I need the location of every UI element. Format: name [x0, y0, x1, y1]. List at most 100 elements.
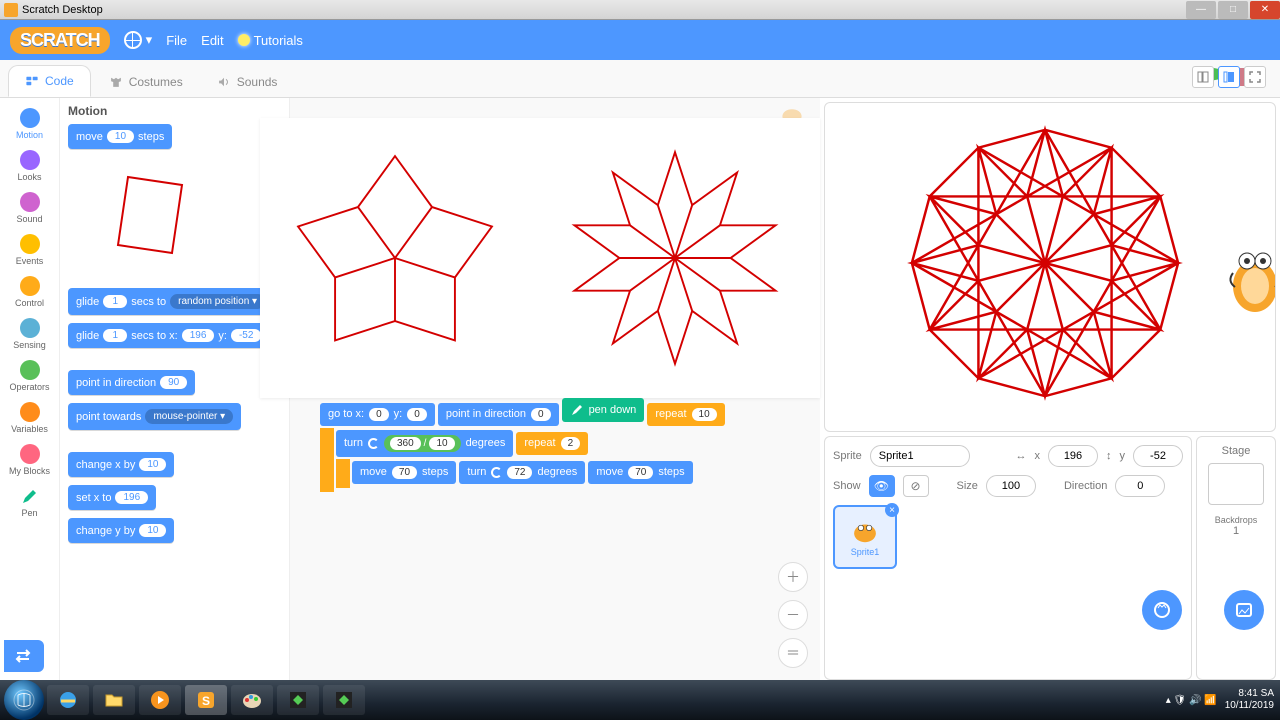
hide-button[interactable]: ⊘ — [903, 475, 929, 497]
taskbar-scratch[interactable]: S — [185, 685, 227, 715]
workspace[interactable]: go to x:0y:0 point in direction0 pen dow… — [290, 98, 820, 680]
show-button[interactable]: 👁 — [869, 475, 895, 497]
windows-titlebar: Scratch Desktop — □ ✕ — [0, 0, 1280, 20]
large-stage-button[interactable] — [1218, 66, 1240, 88]
small-stage-button[interactable] — [1192, 66, 1214, 88]
motion-dot-icon — [20, 108, 40, 128]
taskbar-app2[interactable] — [323, 685, 365, 715]
point-direction-block[interactable]: point in direction90 — [68, 370, 195, 395]
stage[interactable] — [824, 102, 1276, 432]
svg-text:S: S — [202, 694, 210, 708]
category-label: Sensing — [13, 340, 46, 350]
move-block-2[interactable]: move70steps — [588, 461, 692, 484]
sprite-thumbnail[interactable]: Sprite1 × — [833, 505, 897, 569]
file-menu[interactable]: File — [166, 33, 187, 48]
taskbar-explorer[interactable] — [93, 685, 135, 715]
category-sensing[interactable]: Sensing — [0, 314, 59, 354]
backdrops-label: Backdrops — [1215, 515, 1258, 525]
category-myblocks[interactable]: My Blocks — [0, 440, 59, 480]
point-towards-block[interactable]: point towardsmouse-pointer ▾ — [68, 403, 241, 430]
sound-dot-icon — [20, 192, 40, 212]
close-button[interactable]: ✕ — [1250, 1, 1280, 19]
taskbar-app1[interactable] — [277, 685, 319, 715]
backpack-toggle[interactable] — [4, 640, 44, 672]
taskbar-media[interactable] — [139, 685, 181, 715]
script-stack[interactable]: go to x:0y:0 point in direction0 pen dow… — [320, 398, 725, 494]
category-events[interactable]: Events — [0, 230, 59, 270]
sprite-y-input[interactable] — [1133, 445, 1183, 467]
tray-icons[interactable]: ▴ 🛡 🔊 📶 — [1166, 695, 1217, 706]
category-label: Sound — [16, 214, 42, 224]
stage-column: Sprite ↔x ↕y Show 👁 ⊘ Size Direction — [820, 98, 1280, 680]
zoom-reset-button[interactable]: ＝ — [778, 638, 808, 668]
zoom-out-button[interactable]: － — [778, 600, 808, 630]
stage-thumbnail[interactable] — [1208, 463, 1264, 505]
pendown-block[interactable]: pen down — [562, 398, 645, 422]
turn-block-1[interactable]: turn360/10degrees — [336, 430, 513, 457]
pen-icon — [570, 403, 584, 417]
category-control[interactable]: Control — [0, 272, 59, 312]
tab-code-label: Code — [45, 74, 74, 88]
add-backdrop-button[interactable] — [1224, 590, 1264, 630]
start-button[interactable] — [4, 680, 44, 720]
palette-header: Motion — [68, 104, 281, 118]
set-x-block[interactable]: set x to196 — [68, 485, 156, 510]
goto-block[interactable]: go to x:0y:0 — [320, 403, 435, 426]
tab-sounds[interactable]: Sounds — [201, 67, 294, 97]
variables-dot-icon — [20, 402, 40, 422]
category-variables[interactable]: Variables — [0, 398, 59, 438]
turn-ccw-icon — [491, 467, 502, 478]
minimize-button[interactable]: — — [1186, 1, 1216, 19]
category-pen[interactable]: Pen — [0, 482, 59, 522]
turn-block-2[interactable]: turn72degrees — [459, 461, 585, 484]
tab-costumes[interactable]: Costumes — [93, 67, 199, 97]
cat-icon — [848, 517, 882, 547]
repeat-block-outer[interactable]: repeat10 — [647, 403, 724, 426]
tab-code[interactable]: Code — [8, 65, 91, 97]
sprite-name-input[interactable] — [870, 445, 970, 467]
app-icon — [4, 3, 18, 17]
category-operators[interactable]: Operators — [0, 356, 59, 396]
clock-date: 10/11/2019 — [1225, 700, 1274, 712]
category-looks[interactable]: Looks — [0, 146, 59, 186]
add-sprite-button[interactable] — [1142, 590, 1182, 630]
move-block-1[interactable]: move70steps — [352, 461, 456, 484]
sprite-on-stage[interactable] — [1225, 241, 1276, 321]
maximize-button[interactable]: □ — [1218, 1, 1248, 19]
code-icon — [25, 74, 39, 88]
category-label: Events — [16, 256, 44, 266]
star10-shape — [560, 138, 790, 378]
sprite-size-input[interactable] — [986, 475, 1036, 497]
preview-shapes — [260, 118, 820, 398]
repeat-block-inner[interactable]: repeat2 — [516, 432, 588, 455]
delete-sprite-button[interactable]: × — [885, 503, 899, 517]
turn-ccw-icon — [368, 438, 379, 449]
point-block[interactable]: point in direction0 — [438, 403, 559, 426]
x-label: x — [1035, 450, 1041, 462]
taskbar-paint[interactable] — [231, 685, 273, 715]
taskbar-ie[interactable] — [47, 685, 89, 715]
category-sound[interactable]: Sound — [0, 188, 59, 228]
language-menu[interactable]: ▾ — [124, 31, 153, 49]
show-label: Show — [833, 480, 861, 492]
backdrops-count: 1 — [1233, 525, 1239, 537]
tutorials-button[interactable]: Tutorials — [238, 33, 303, 48]
glide-random-block[interactable]: glide1secs torandom position ▾ — [68, 288, 273, 315]
zoom-in-button[interactable]: ＋ — [778, 562, 808, 592]
fullscreen-button[interactable] — [1244, 66, 1266, 88]
category-motion[interactable]: Motion — [0, 104, 59, 144]
clock[interactable]: 8:41 SA 10/11/2019 — [1225, 688, 1274, 712]
sprite-x-input[interactable] — [1048, 445, 1098, 467]
category-label: Control — [15, 298, 44, 308]
change-y-block[interactable]: change y by10 — [68, 518, 174, 543]
globe-icon — [124, 31, 142, 49]
move-block[interactable]: move10steps — [68, 124, 172, 149]
stage-title: Stage — [1222, 445, 1251, 457]
sprite-label: Sprite — [833, 450, 862, 462]
window-title: Scratch Desktop — [22, 4, 1186, 16]
system-tray[interactable]: ▴ 🛡 🔊 📶 8:41 SA 10/11/2019 — [1166, 688, 1274, 712]
sprite-direction-input[interactable] — [1115, 475, 1165, 497]
edit-menu[interactable]: Edit — [201, 33, 223, 48]
glide-xy-block[interactable]: glide1secs to x:196y:-52 — [68, 323, 269, 348]
change-x-block[interactable]: change x by10 — [68, 452, 174, 477]
